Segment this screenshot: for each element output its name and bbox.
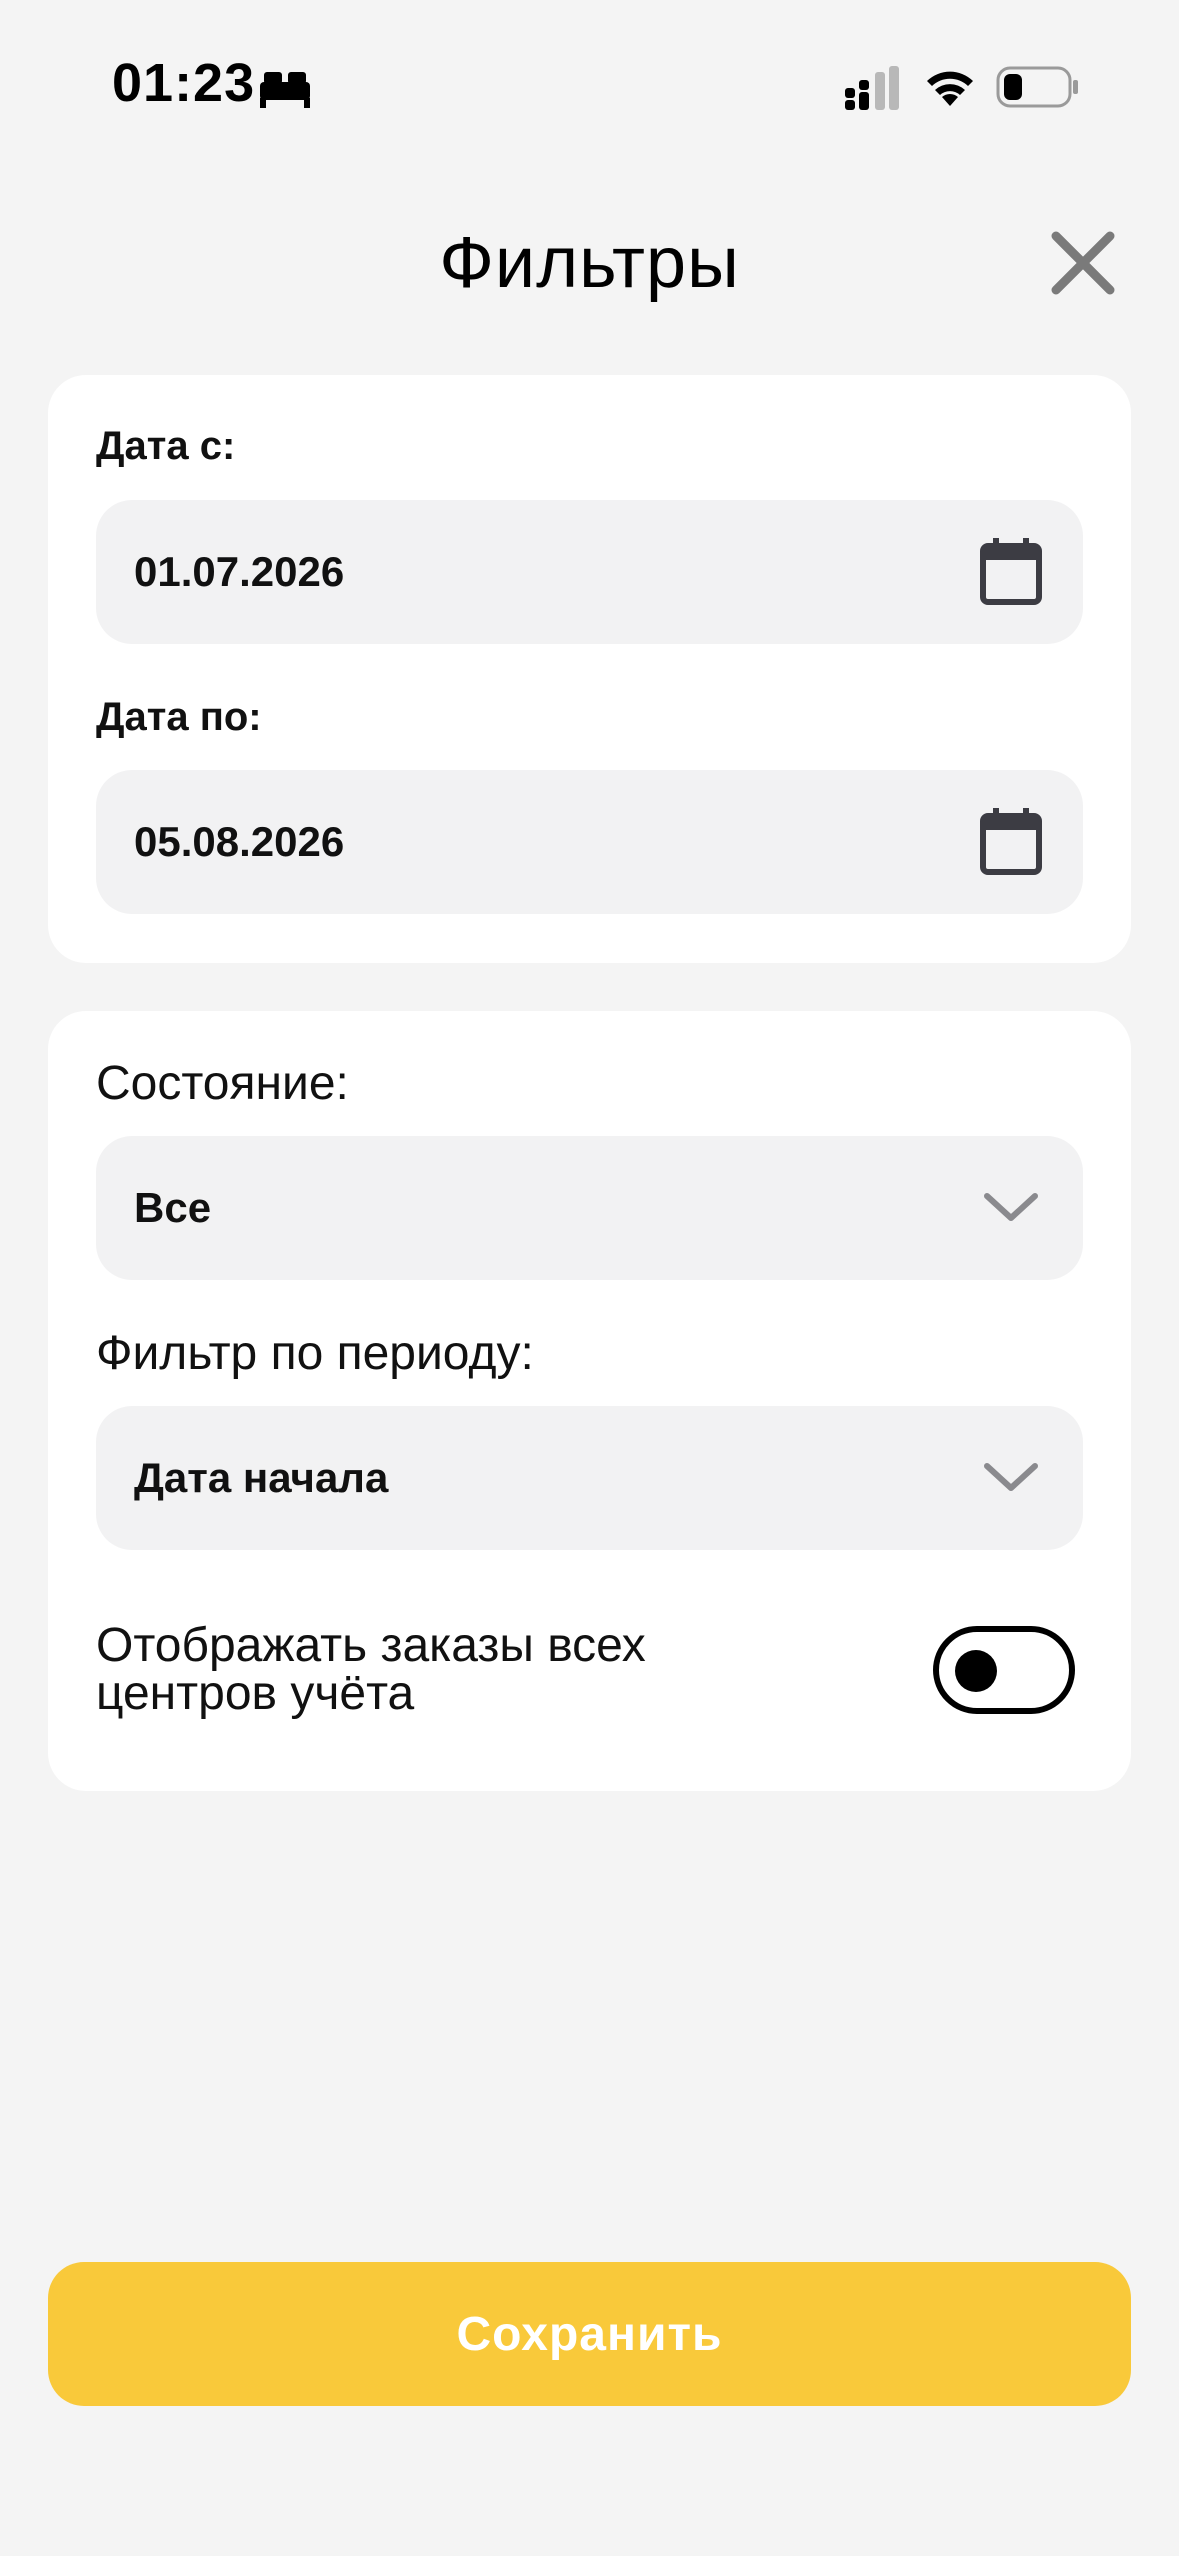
status-time: 01:23 bbox=[112, 53, 256, 113]
calendar-icon[interactable] bbox=[979, 538, 1043, 606]
period-value: Дата начала bbox=[134, 1454, 389, 1501]
cellular-signal-icon bbox=[845, 66, 899, 110]
date-to-field[interactable]: 05.08.2026 bbox=[96, 770, 1083, 914]
calendar-icon[interactable] bbox=[979, 808, 1043, 876]
period-label: Фильтр по периоду: bbox=[96, 1327, 534, 1380]
period-select[interactable]: Дата начала bbox=[96, 1406, 1083, 1550]
state-value: Все bbox=[134, 1184, 212, 1231]
chevron-down-icon bbox=[984, 1193, 1038, 1221]
date-to-value: 05.08.2026 bbox=[134, 818, 345, 865]
wifi-icon bbox=[927, 71, 973, 106]
all-centers-toggle-label: Отображать заказы всех центров учёта bbox=[96, 1622, 856, 1718]
state-label: Состояние: bbox=[96, 1057, 349, 1110]
save-button[interactable]: Сохранить bbox=[48, 2262, 1131, 2406]
chevron-down-icon bbox=[984, 1463, 1038, 1491]
toggle-label-line1: Отображать заказы всех bbox=[96, 1619, 646, 1672]
date-from-field[interactable]: 01.07.2026 bbox=[96, 500, 1083, 644]
close-icon[interactable] bbox=[1046, 226, 1120, 300]
date-from-label: Дата с: bbox=[96, 424, 236, 468]
date-from-value: 01.07.2026 bbox=[134, 548, 345, 595]
date-to-label: Дата по: bbox=[96, 695, 262, 739]
state-select[interactable]: Все bbox=[96, 1136, 1083, 1280]
bed-icon bbox=[260, 72, 310, 108]
toggle-knob bbox=[955, 1650, 997, 1692]
page-title: Фильтры bbox=[439, 223, 740, 303]
battery-icon bbox=[996, 66, 1078, 108]
toggle-label-line2: центров учёта bbox=[96, 1667, 415, 1720]
all-centers-toggle[interactable] bbox=[933, 1626, 1075, 1714]
